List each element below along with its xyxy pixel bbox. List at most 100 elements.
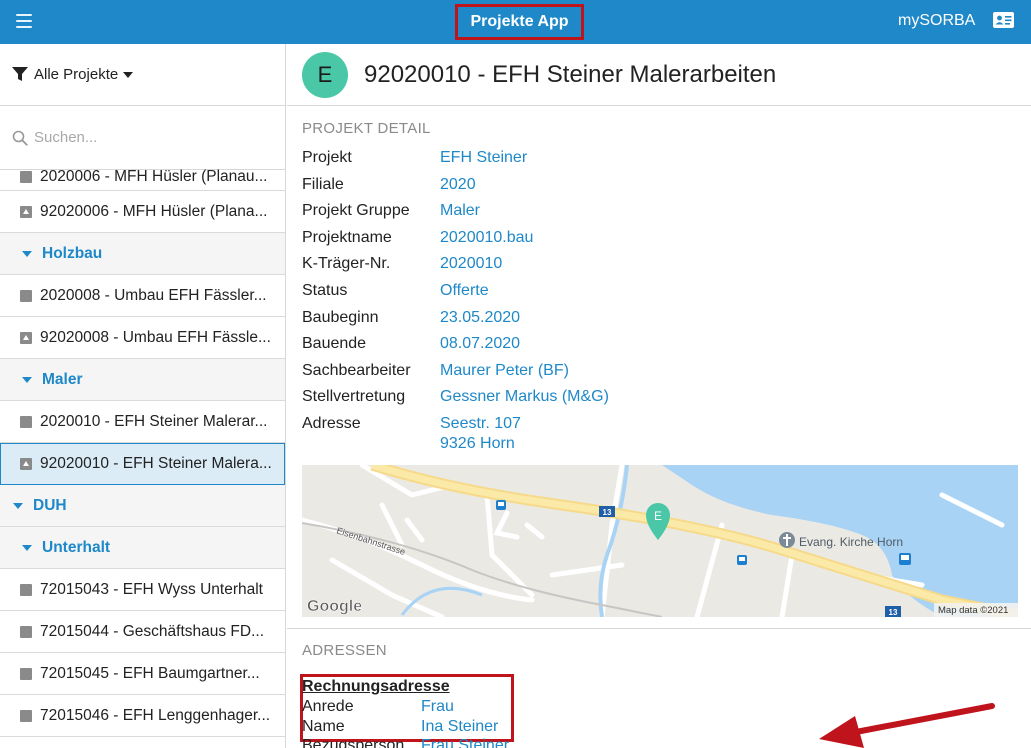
field-label: Filiale xyxy=(302,175,344,193)
offer-square-icon xyxy=(20,205,32,218)
list-item-label: 72015045 - EFH Baumgartner... xyxy=(40,664,260,682)
field-value-link[interactable]: Ina Steiner xyxy=(421,717,498,737)
expand-caret-icon xyxy=(13,502,23,509)
list-item-label: 2020006 - MFH Hüsler (Planau... xyxy=(40,168,268,185)
field-value-link[interactable]: 2020010 xyxy=(440,251,502,278)
filter-dropdown[interactable]: Alle Projekte xyxy=(0,44,285,106)
offer-square-icon xyxy=(20,331,32,344)
road-number-label: 13 xyxy=(603,508,612,517)
search-input[interactable] xyxy=(34,129,264,146)
list-item-label: 2020010 - EFH Steiner Malerar... xyxy=(40,412,268,430)
expand-caret-icon xyxy=(22,250,32,257)
poi-label: Evang. Kirche Horn xyxy=(799,535,903,549)
field-projekt-gruppe: Projekt Gruppe Maler xyxy=(302,198,1031,225)
field-status: Status Offerte xyxy=(302,278,1031,305)
field-bezugsperson: Bezugsperson Frau Steiner xyxy=(302,736,509,748)
field-label: Stellvertretung xyxy=(302,388,406,406)
field-value-link[interactable]: 08.07.2020 xyxy=(440,331,520,358)
hamburger-icon[interactable] xyxy=(16,14,32,28)
list-item-label: 92020008 - Umbau EFH Fässle... xyxy=(40,328,271,346)
field-value-link[interactable]: Frau xyxy=(421,697,454,717)
list-item[interactable]: 92020006 - MFH Hüsler (Plana... xyxy=(0,191,285,233)
annotation-arrow-icon xyxy=(819,703,995,748)
detail-header: E 92020010 - EFH Steiner Malerarbeiten xyxy=(287,44,1031,106)
group-duh[interactable]: DUH xyxy=(0,485,285,527)
field-label: Status xyxy=(302,281,348,299)
field-stellvertretung: Stellvertretung Gessner Markus (M&G) xyxy=(302,384,1031,411)
offer-square-icon xyxy=(20,458,32,470)
billing-address: Rechnungsadresse Anrede Frau Name Ina Stei… xyxy=(302,677,509,748)
top-bar: Projekte App mySORBA xyxy=(0,0,1031,44)
field-label: Sachbearbeiter xyxy=(302,361,411,379)
field-value-link[interactable]: EFH Steiner xyxy=(440,145,527,172)
section-title-adressen: ADRESSEN xyxy=(302,642,387,659)
field-value-link[interactable]: 2020010.bau xyxy=(440,225,533,252)
address-city: 9326 Horn xyxy=(440,434,515,452)
list-item[interactable]: 2020008 - Umbau EFH Fässler... xyxy=(0,275,285,317)
group-label: Unterhalt xyxy=(42,538,111,556)
field-value-link[interactable]: Gessner Markus (M&G) xyxy=(440,384,609,411)
list-item-label: 2020008 - Umbau EFH Fässler... xyxy=(40,286,267,304)
field-label: Bezugsperson xyxy=(302,737,405,748)
list-item-label: 92020010 - EFH Steiner Malera... xyxy=(40,455,272,472)
location-map[interactable]: 13 13 Evang. Kirche Horn Eisenbahnstrass… xyxy=(302,465,1018,617)
address-link[interactable]: Seestr. 107 9326 Horn xyxy=(440,414,521,454)
page-title: 92020010 - EFH Steiner Malerarbeiten xyxy=(364,60,777,88)
app-title: Projekte App xyxy=(455,4,584,40)
list-item[interactable]: 72015046 - EFH Lenggenhager... xyxy=(0,695,285,737)
id-card-icon[interactable] xyxy=(993,12,1014,28)
field-value-link[interactable]: 2020 xyxy=(440,172,476,199)
list-item[interactable]: 72015045 - EFH Baumgartner... xyxy=(0,653,285,695)
group-label: Maler xyxy=(42,370,83,388)
field-label: Baubeginn xyxy=(302,308,379,326)
field-value-link[interactable]: Maurer Peter (BF) xyxy=(440,358,569,385)
list-item-label: 92020006 - MFH Hüsler (Plana... xyxy=(40,202,268,220)
bus-stop-icon xyxy=(737,555,747,565)
field-anrede: Anrede Frau xyxy=(302,697,509,717)
field-label: Projektname xyxy=(302,228,392,246)
field-sachbearbeiter: Sachbearbeiter Maurer Peter (BF) xyxy=(302,358,1031,385)
section-title: PROJEKT DETAIL xyxy=(302,120,431,137)
list-item[interactable]: 92020008 - Umbau EFH Fässle... xyxy=(0,317,285,359)
address-street: Seestr. 107 xyxy=(440,414,521,432)
field-bauende: Bauende 08.07.2020 xyxy=(302,331,1031,358)
group-label: DUH xyxy=(33,496,67,514)
avatar: E xyxy=(302,51,348,98)
expand-caret-icon xyxy=(22,376,32,383)
bus-stop-icon xyxy=(496,500,506,510)
field-value-link[interactable]: 23.05.2020 xyxy=(440,305,520,332)
field-k-traeger-nr: K-Träger-Nr. 2020010 xyxy=(302,251,1031,278)
google-logo: Google xyxy=(307,598,362,615)
field-value-link[interactable]: Frau Steiner xyxy=(421,736,509,748)
field-baubeginn: Baubeginn 23.05.2020 xyxy=(302,305,1031,332)
project-square-icon xyxy=(20,171,32,183)
expand-caret-icon xyxy=(22,544,32,551)
mysorba-link[interactable]: mySORBA xyxy=(898,12,975,30)
field-label: Projekt Gruppe xyxy=(302,202,410,220)
caret-down-icon xyxy=(123,71,134,78)
bus-stop-icon xyxy=(899,553,911,565)
marker-letter: E xyxy=(654,509,662,523)
billing-address-heading: Rechnungsadresse xyxy=(302,678,450,695)
map-attribution: Map data ©2021 xyxy=(938,605,1008,616)
search-icon xyxy=(12,130,28,146)
filter-label: Alle Projekte xyxy=(34,66,119,83)
field-filiale: Filiale 2020 xyxy=(302,172,1031,199)
list-item[interactable]: 2020010 - EFH Steiner Malerar... xyxy=(0,401,285,443)
field-value-link[interactable]: Offerte xyxy=(440,278,489,305)
field-name: Name Ina Steiner xyxy=(302,717,509,737)
project-detail-section: PROJEKT DETAIL Projekt EFH Steiner Filial… xyxy=(287,106,1031,454)
section-divider xyxy=(287,628,1031,629)
list-item[interactable]: 72015044 - Geschäftshaus FD... xyxy=(0,611,285,653)
group-unterhalt[interactable]: Unterhalt xyxy=(0,527,285,569)
field-value-link[interactable]: Maler xyxy=(440,198,480,225)
group-maler[interactable]: Maler xyxy=(0,359,285,401)
list-item[interactable]: 72015043 - EFH Wyss Unterhalt xyxy=(0,569,285,611)
project-square-icon xyxy=(20,289,32,302)
filter-icon xyxy=(12,67,28,81)
list-item-selected[interactable]: 92020010 - EFH Steiner Malera... xyxy=(0,443,285,485)
road-number-label: 13 xyxy=(889,608,898,617)
map-canvas: 13 13 Evang. Kirche Horn Eisenbahnstrass… xyxy=(302,465,1018,617)
list-item[interactable]: 2020006 - MFH Hüsler (Planau... xyxy=(0,164,285,191)
group-holzbau[interactable]: Holzbau xyxy=(0,233,285,275)
